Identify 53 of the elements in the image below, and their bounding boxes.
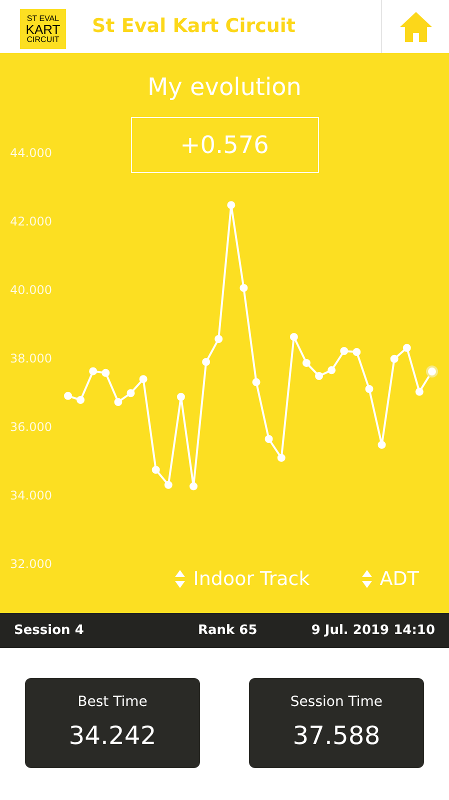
data-point	[378, 440, 386, 449]
axis-label: 44.000	[10, 146, 52, 160]
data-point	[114, 398, 122, 406]
axis-label: 32.000	[10, 557, 52, 571]
card-label: Best Time	[78, 692, 148, 712]
sort-selector[interactable]: ADT	[362, 564, 419, 593]
data-point	[227, 201, 236, 210]
data-point	[302, 358, 310, 367]
sort-selector[interactable]: Indoor Track	[175, 564, 310, 593]
home-icon	[398, 10, 432, 42]
axis-label: 40.000	[10, 283, 52, 297]
card-value: 34.242	[68, 720, 156, 752]
data-point	[390, 354, 398, 363]
data-point	[76, 396, 85, 404]
data-point	[190, 482, 198, 490]
sort-icon	[362, 570, 372, 588]
data-point	[415, 388, 424, 396]
data-point	[328, 366, 336, 374]
data-point	[102, 368, 110, 377]
card-value: 37.588	[292, 720, 380, 752]
axis-label: 34.000	[10, 488, 52, 502]
session-label: Session 4	[14, 622, 84, 640]
logo: ST EVAL KART CIRCUIT	[20, 9, 66, 49]
delta-value: +0.576	[130, 117, 318, 173]
data-point	[240, 284, 248, 292]
data-point	[89, 367, 98, 376]
data-point	[139, 375, 148, 384]
data-point	[277, 454, 286, 462]
data-point	[264, 435, 273, 444]
card-label: Session Time	[290, 692, 383, 712]
axis-label: 38.000	[10, 352, 52, 366]
data-point	[426, 366, 438, 378]
rank-label: Rank 65	[198, 622, 258, 640]
data-point	[214, 335, 223, 343]
data-point	[152, 466, 160, 474]
data-point	[352, 348, 361, 356]
app-title: St Eval Kart Circuit	[92, 14, 296, 40]
data-point	[252, 378, 260, 386]
data-point	[315, 372, 324, 380]
chart-title: My evolution	[147, 72, 302, 103]
data-point	[126, 389, 135, 398]
data-point	[340, 347, 348, 355]
data-point	[402, 344, 411, 352]
axis-label: 42.000	[10, 214, 52, 228]
data-point	[164, 480, 172, 489]
sort-icon	[175, 570, 186, 588]
data-point	[176, 392, 185, 401]
axis-label: 36.000	[10, 420, 52, 434]
data-point	[290, 332, 298, 341]
data-point	[202, 358, 210, 366]
session-date: 9 Jul. 2019 14:10	[311, 622, 435, 640]
data-point	[64, 392, 72, 400]
data-point	[365, 385, 374, 393]
